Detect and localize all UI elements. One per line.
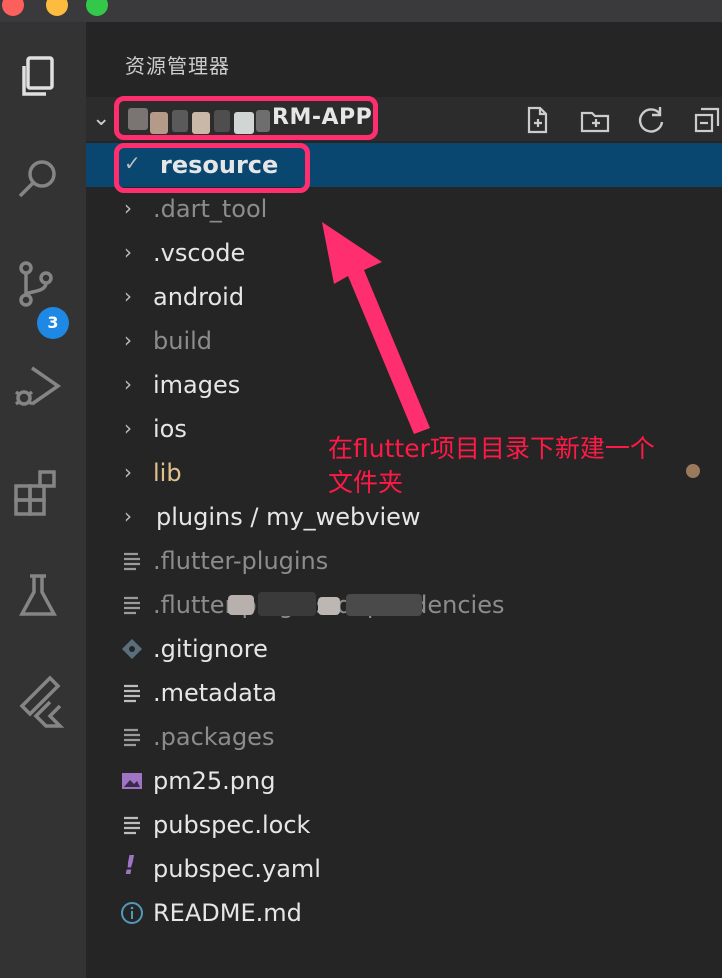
image-file-icon bbox=[122, 773, 142, 789]
tree-item-build[interactable]: › build bbox=[86, 319, 722, 363]
yaml-icon: ! bbox=[124, 851, 136, 881]
chevron-right-icon: › bbox=[124, 328, 132, 352]
source-control-icon[interactable] bbox=[10, 256, 66, 312]
tree-item-images[interactable]: › images bbox=[86, 363, 722, 407]
tree-item-metadata[interactable]: .metadata bbox=[86, 671, 722, 715]
run-debug-icon[interactable] bbox=[10, 358, 66, 414]
tree-item-label: build bbox=[153, 327, 213, 355]
chevron-right-icon: › bbox=[124, 240, 132, 264]
tree-item-readme[interactable]: README.md bbox=[86, 891, 722, 935]
new-file-icon[interactable] bbox=[520, 103, 554, 137]
file-lines-icon bbox=[124, 684, 140, 703]
tree-item-dart-tool[interactable]: › .dart_tool bbox=[86, 187, 722, 231]
tree-item-plugins[interactable]: › plugins / my_webview bbox=[86, 495, 722, 539]
git-icon bbox=[122, 639, 142, 659]
obscured-text bbox=[258, 592, 316, 616]
tree-item-android[interactable]: › android bbox=[86, 275, 722, 319]
tree-item-pubspec-yaml[interactable]: ! pubspec.yaml bbox=[86, 847, 722, 891]
tree-item-label: .flutter-plugins bbox=[153, 547, 329, 575]
file-lines-icon bbox=[124, 816, 140, 835]
annotation-line-2: 文件夹 bbox=[328, 468, 404, 497]
close-window-button[interactable] bbox=[2, 0, 24, 16]
tree-item-label: pm25.png bbox=[153, 767, 276, 795]
chevron-right-icon: › bbox=[124, 372, 132, 396]
zoom-window-button[interactable] bbox=[86, 0, 108, 16]
window-titlebar bbox=[0, 0, 722, 22]
highlight-box-project bbox=[114, 96, 378, 140]
flutter-icon[interactable] bbox=[10, 672, 66, 728]
tree-item-label: pubspec.yaml bbox=[153, 855, 321, 883]
tree-item-label: README.md bbox=[153, 899, 302, 927]
tree-item-vscode[interactable]: › .vscode bbox=[86, 231, 722, 275]
tree-item-label: android bbox=[153, 283, 245, 311]
search-icon[interactable] bbox=[10, 150, 66, 206]
tree-item-label: images bbox=[153, 371, 241, 399]
tree-item-label: plugins / my_webview bbox=[156, 503, 421, 531]
tree-item-label: .vscode bbox=[153, 239, 246, 267]
tree-item-packages[interactable]: .packages bbox=[86, 715, 722, 759]
tree-item-pm25[interactable]: pm25.png bbox=[86, 759, 722, 803]
extensions-icon[interactable] bbox=[10, 464, 66, 520]
tree-item-label: .dart_tool bbox=[153, 195, 268, 223]
collapse-all-icon[interactable] bbox=[690, 103, 722, 137]
chevron-down-icon[interactable]: ⌄ bbox=[92, 106, 110, 131]
chevron-right-icon: › bbox=[124, 460, 132, 484]
tree-item-label: .metadata bbox=[153, 679, 277, 707]
file-lines-icon bbox=[124, 728, 140, 747]
testing-icon[interactable] bbox=[10, 568, 66, 624]
obscured-text bbox=[228, 595, 254, 615]
file-lines-icon bbox=[124, 596, 140, 615]
tree-item-label: ios bbox=[153, 415, 187, 443]
annotation-text: 在flutter项目目录下新建一个 文件夹 bbox=[328, 432, 708, 500]
file-lines-icon bbox=[124, 552, 140, 571]
explorer-icon[interactable] bbox=[10, 48, 66, 104]
tree-item-label: lib bbox=[153, 459, 182, 487]
info-icon bbox=[121, 902, 143, 924]
minimize-window-button[interactable] bbox=[46, 0, 68, 16]
tree-item-pubspec-lock[interactable]: pubspec.lock bbox=[86, 803, 722, 847]
explorer-title: 资源管理器 bbox=[125, 54, 230, 78]
scroll-dot bbox=[686, 464, 700, 478]
chevron-right-icon: › bbox=[124, 416, 132, 440]
highlight-box-resource bbox=[114, 143, 310, 193]
refresh-icon[interactable] bbox=[634, 103, 668, 137]
chevron-right-icon: › bbox=[124, 196, 132, 220]
tree-item-gitignore[interactable]: .gitignore bbox=[86, 627, 722, 671]
chevron-right-icon: › bbox=[124, 284, 132, 308]
new-folder-icon[interactable] bbox=[578, 103, 612, 137]
activity-bar: 3 bbox=[0, 22, 86, 978]
chevron-right-icon: › bbox=[124, 504, 132, 528]
annotation-line-1: 在flutter项目目录下新建一个 bbox=[328, 434, 655, 463]
tree-item-label: .packages bbox=[153, 723, 275, 751]
tree-item-label: pubspec.lock bbox=[153, 811, 311, 839]
tree-item-label: .gitignore bbox=[153, 635, 268, 663]
source-control-badge: 3 bbox=[37, 307, 69, 339]
tree-item-flutter-plugins[interactable]: .flutter-plugins bbox=[86, 539, 722, 583]
obscured-text bbox=[346, 594, 422, 616]
obscured-text bbox=[318, 597, 340, 615]
